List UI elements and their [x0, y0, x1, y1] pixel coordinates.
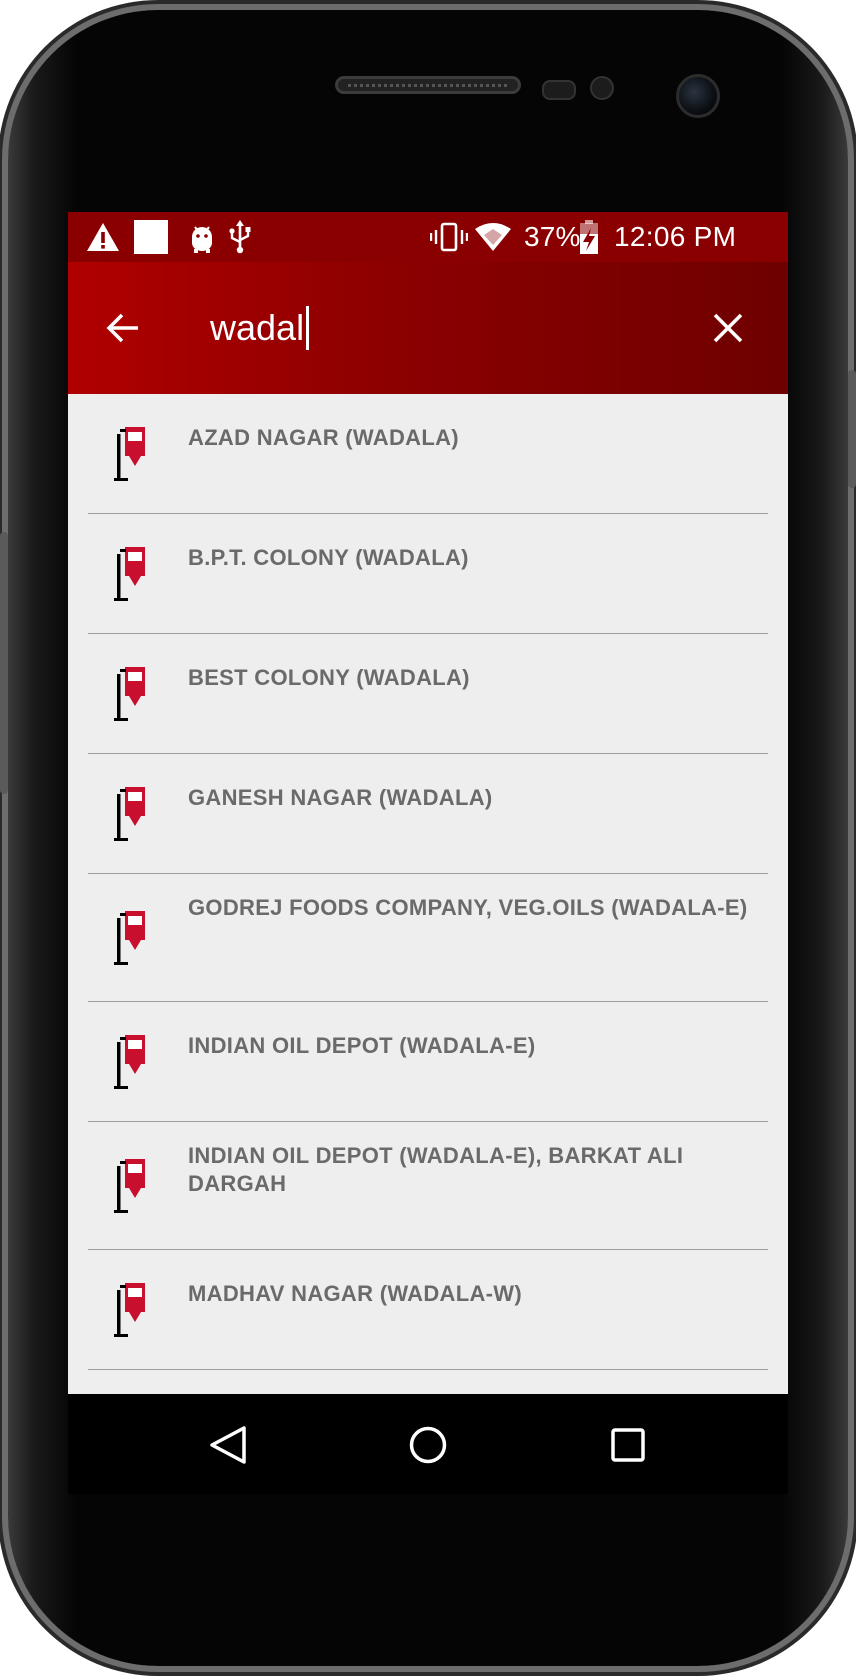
- close-icon: [713, 313, 743, 343]
- search-input[interactable]: [210, 300, 730, 356]
- bus-stop-icon: [114, 787, 145, 841]
- back-button[interactable]: [94, 298, 154, 358]
- text-cursor: [306, 306, 309, 350]
- earpiece-speaker: [335, 76, 521, 94]
- back-triangle-icon: [210, 1426, 246, 1464]
- result-label: GODREJ FOODS COMPANY, VEG.OILS (WADALA-E…: [188, 895, 748, 920]
- vibrate-icon: [430, 212, 468, 262]
- list-item[interactable]: AZAD NAGAR (WADALA): [88, 394, 768, 514]
- result-label: INDIAN OIL DEPOT (WADALA-E), BARKAT ALI …: [188, 1143, 684, 1196]
- list-item[interactable]: GODREJ FOODS COMPANY, VEG.OILS (WADALA-E…: [88, 874, 768, 1002]
- proximity-sensor: [542, 80, 576, 100]
- usb-icon: [228, 212, 252, 262]
- bus-stop-icon: [114, 1283, 145, 1337]
- power-button: [848, 370, 856, 488]
- list-item[interactable]: BEST COLONY (WADALA): [88, 634, 768, 754]
- result-label: INDIAN OIL DEPOT (WADALA-E): [188, 1033, 536, 1058]
- clear-search-button[interactable]: [698, 298, 758, 358]
- battery-charging-icon: [578, 212, 600, 262]
- navigation-bar: [68, 1394, 788, 1494]
- search-results-list: AZAD NAGAR (WADALA) B.P.T. COLONY (WADAL…: [68, 394, 788, 1394]
- status-bar: 37% 12:06 PM: [68, 212, 788, 262]
- list-item[interactable]: MADHAV NAGAR (WADALA-W): [88, 1250, 768, 1370]
- blank-notification-icon: [134, 212, 168, 262]
- bus-stop-icon: [114, 1035, 145, 1089]
- light-sensor: [590, 76, 614, 100]
- volume-button: [0, 532, 8, 794]
- nav-home-button[interactable]: [403, 1420, 453, 1470]
- status-time: 12:06 PM: [614, 221, 737, 252]
- warning-icon: [86, 212, 120, 262]
- result-label: AZAD NAGAR (WADALA): [188, 425, 459, 450]
- battery-percent: 37%: [524, 221, 581, 252]
- result-label: GANESH NAGAR (WADALA): [188, 785, 493, 810]
- list-item[interactable]: B.P.T. COLONY (WADALA): [88, 514, 768, 634]
- list-item[interactable]: GANESH NAGAR (WADALA): [88, 754, 768, 874]
- nav-recents-button[interactable]: [603, 1420, 653, 1470]
- front-camera: [676, 74, 720, 118]
- bus-stop-icon: [114, 427, 145, 481]
- arrow-left-icon: [106, 313, 138, 343]
- bus-stop-icon: [114, 547, 145, 601]
- search-toolbar: [68, 262, 788, 394]
- android-debug-icon: [188, 212, 216, 262]
- bus-stop-icon: [114, 667, 145, 721]
- home-circle-icon: [409, 1426, 447, 1464]
- recents-square-icon: [611, 1428, 645, 1462]
- bus-stop-icon: [114, 1159, 145, 1213]
- list-item[interactable]: INDIAN OIL DEPOT (WADALA-E), BARKAT ALI …: [88, 1122, 768, 1250]
- result-label: B.P.T. COLONY (WADALA): [188, 545, 469, 570]
- result-label: MADHAV NAGAR (WADALA-W): [188, 1281, 522, 1306]
- result-label: BEST COLONY (WADALA): [188, 665, 470, 690]
- screen: 37% 12:06 PM AZAD NAGAR (WADALA) B.P.T. …: [68, 212, 788, 1494]
- nav-back-button[interactable]: [203, 1420, 253, 1470]
- wifi-icon: [474, 212, 512, 262]
- list-item[interactable]: INDIAN OIL DEPOT (WADALA-E): [88, 1002, 768, 1122]
- bus-stop-icon: [114, 911, 145, 965]
